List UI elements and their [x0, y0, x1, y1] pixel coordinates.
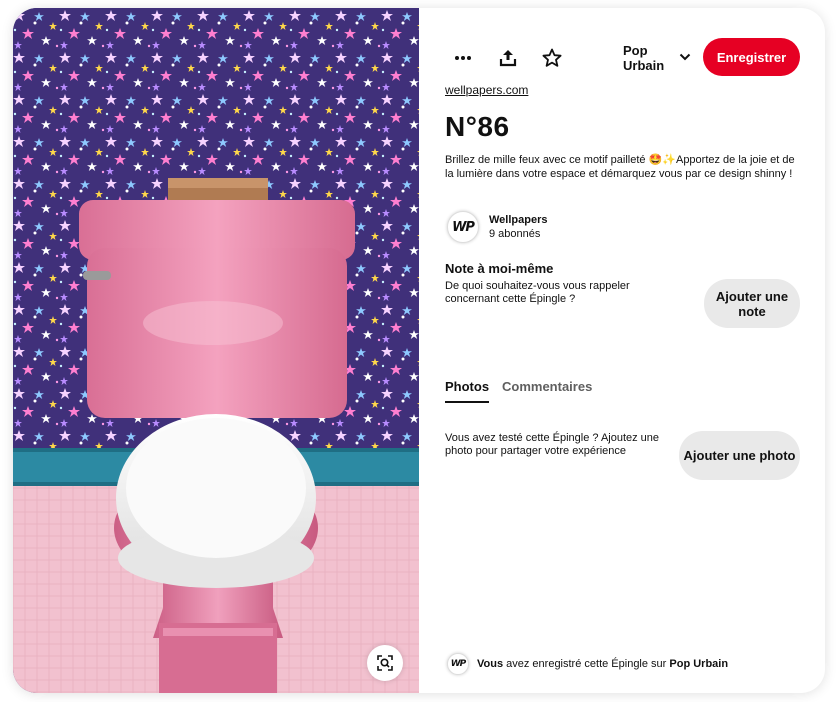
pin-tabs: Photos Commentaires — [445, 379, 745, 403]
active-tab-indicator — [445, 401, 489, 403]
add-note-button[interactable]: Ajouter une note — [704, 279, 800, 328]
photos-prompt: Vous avez testé cette Épingle ? Ajoutez … — [445, 432, 660, 457]
note-description: De quoi souhaitez-vous vous rappeler con… — [445, 280, 630, 305]
add-photo-button[interactable]: Ajouter une photo — [679, 431, 800, 480]
pin-title: N°86 — [445, 111, 510, 142]
tab-photos[interactable]: Photos — [445, 379, 489, 394]
user-avatar-logo: WP — [450, 659, 467, 669]
saved-info-board[interactable]: Pop Urbain — [669, 658, 728, 670]
chevron-down-icon — [679, 53, 691, 61]
pin-image-illustration — [13, 8, 419, 693]
creator-name: Wellpapers — [489, 214, 548, 226]
saved-info: WP Vous avez enregistré cette Épingle su… — [445, 653, 809, 675]
tab-comments[interactable]: Commentaires — [502, 379, 592, 394]
board-selector[interactable]: Pop Urbain — [623, 43, 693, 75]
favorite-button[interactable] — [536, 42, 568, 74]
source-link[interactable]: wellpapers.com — [445, 83, 528, 97]
saved-info-middle: avez enregistré cette Épingle sur — [503, 658, 670, 670]
visual-search-icon — [377, 655, 393, 671]
share-button[interactable] — [492, 42, 524, 74]
share-upload-icon — [499, 50, 517, 67]
save-button[interactable]: Enregistrer — [703, 38, 800, 76]
note-title: Note à moi-même — [445, 261, 554, 276]
saved-info-user: Vous — [477, 658, 504, 670]
more-options-button[interactable] — [447, 42, 479, 74]
pin-image[interactable] — [13, 8, 419, 693]
star-outline-icon — [542, 48, 562, 67]
pin-closeup-card: Pop Urbain Enregistrer wellpapers.com N°… — [13, 8, 825, 693]
board-selector-label: Pop Urbain — [623, 43, 665, 73]
saved-info-text: Vous avez enregistré cette Épingle sur P… — [477, 658, 728, 670]
creator-avatar-logo: WP — [452, 219, 475, 235]
user-avatar[interactable]: WP — [447, 653, 469, 675]
visual-search-button[interactable] — [367, 645, 403, 681]
ellipsis-icon — [455, 56, 471, 60]
pin-toolbar: Pop Urbain Enregistrer — [445, 38, 809, 78]
creator-profile[interactable]: WP Wellpapers 9 abonnés — [445, 209, 695, 243]
pin-description: Brillez de mille feux avec ce motif pail… — [445, 154, 795, 180]
creator-followers: 9 abonnés — [489, 228, 541, 240]
creator-avatar: WP — [447, 211, 479, 243]
pin-details: Pop Urbain Enregistrer wellpapers.com N°… — [445, 8, 809, 693]
